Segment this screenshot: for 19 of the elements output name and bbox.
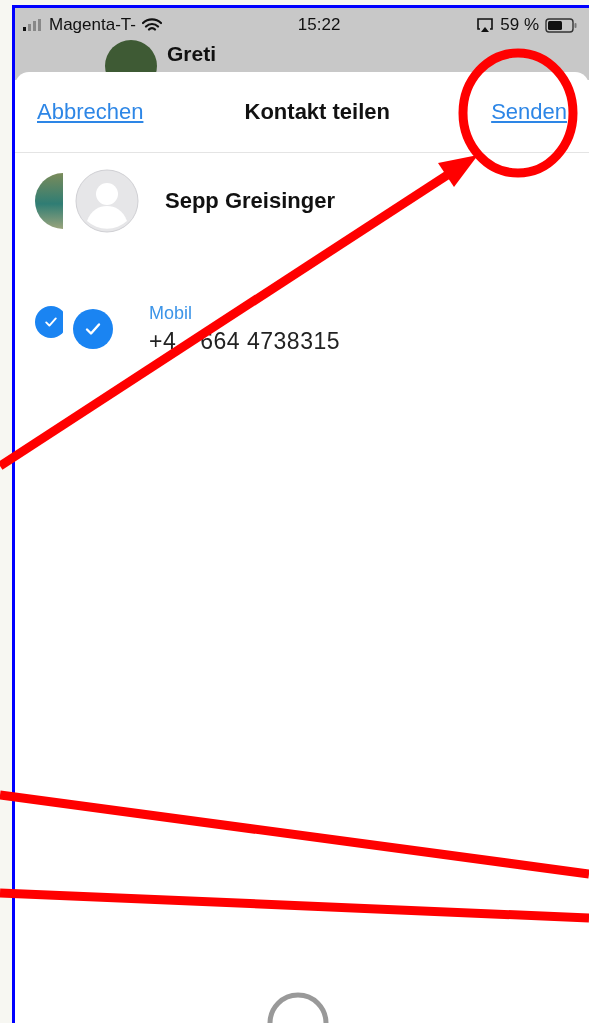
wifi-icon	[141, 17, 162, 33]
phone-label: Mobil	[149, 303, 193, 324]
carrier-name: Magenta-T-	[49, 15, 136, 35]
battery-percentage: 59 %	[500, 15, 539, 35]
chat-name: Greti	[167, 42, 216, 66]
checkmark-icon	[43, 314, 59, 330]
checkbox[interactable]	[73, 309, 113, 349]
avatar-silhouette-icon	[75, 169, 139, 233]
status-time: 15:22	[297, 15, 341, 34]
send-link[interactable]: Senden	[491, 99, 567, 125]
home-button-arc	[267, 992, 329, 1023]
cancel-link[interactable]: Abbrechen	[37, 99, 144, 125]
screen-mirroring-icon	[476, 17, 495, 33]
battery-icon	[545, 17, 577, 33]
phone-number: +4	[149, 328, 177, 355]
sheet-title: Kontakt teilen	[244, 99, 390, 125]
checkbox[interactable]	[35, 306, 63, 338]
contact-name: Sepp Greisinger	[165, 188, 335, 214]
signal-icon	[23, 19, 43, 31]
